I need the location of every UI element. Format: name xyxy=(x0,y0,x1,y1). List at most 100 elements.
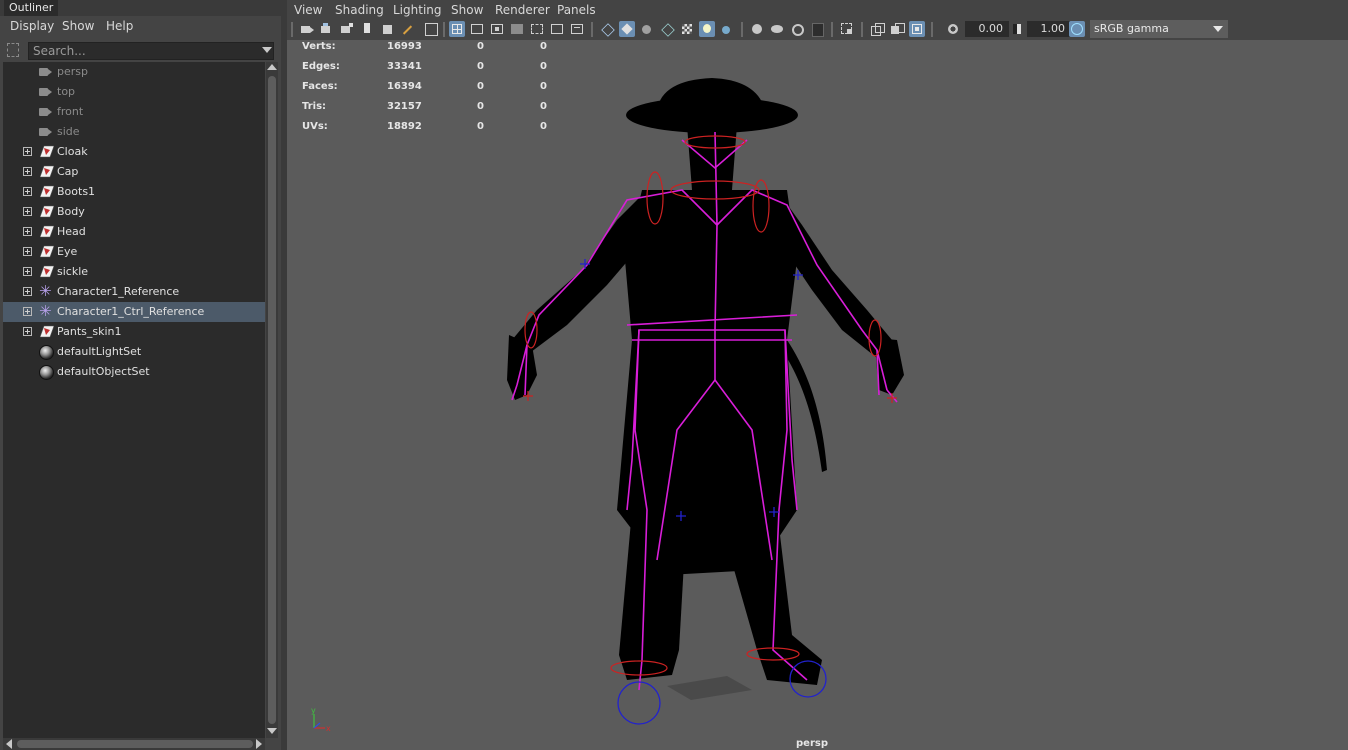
scroll-thumb[interactable] xyxy=(268,76,276,724)
outliner-tab-bar: Outliner xyxy=(0,0,281,16)
outliner-horizontal-scrollbar[interactable] xyxy=(3,738,265,750)
outliner-item[interactable]: Cap xyxy=(3,162,265,182)
smooth-shade-button[interactable] xyxy=(619,21,635,37)
screen-space-ao-icon[interactable] xyxy=(749,21,765,37)
expand-icon[interactable] xyxy=(23,147,32,156)
xray-icon[interactable] xyxy=(869,21,885,37)
toolbar-separator xyxy=(831,22,833,37)
outliner-item[interactable]: front xyxy=(3,102,265,122)
wireframe-on-shaded-icon[interactable] xyxy=(659,21,675,37)
scroll-left-icon[interactable] xyxy=(6,739,12,749)
expand-icon[interactable] xyxy=(23,307,32,316)
menu-panels[interactable]: Panels xyxy=(557,3,596,17)
axis-x-label: x xyxy=(326,724,331,733)
expand-icon[interactable] xyxy=(23,187,32,196)
expand-icon[interactable] xyxy=(23,207,32,216)
outliner-item[interactable]: Boots1 xyxy=(3,182,265,202)
gamma-field[interactable]: 1.00 xyxy=(1027,21,1071,37)
hud-value: 32157 xyxy=(387,101,422,112)
outliner-item[interactable]: ✳ Character1_Ctrl_Reference xyxy=(3,302,265,322)
outliner-tab[interactable]: Outliner xyxy=(4,0,59,16)
wireframe-shade-icon[interactable] xyxy=(599,21,615,37)
gamma-icon[interactable] xyxy=(1009,21,1025,37)
outliner-vertical-scrollbar[interactable] xyxy=(266,62,278,738)
chevron-down-icon[interactable] xyxy=(1213,26,1223,32)
depth-of-field-icon[interactable] xyxy=(809,21,825,37)
filter-icon[interactable] xyxy=(7,43,19,57)
outliner-item[interactable]: ✳ Character1_Reference xyxy=(3,282,265,302)
field-chart-icon[interactable] xyxy=(529,21,545,37)
outliner-item[interactable]: Body xyxy=(3,202,265,222)
hud-label: Tris: xyxy=(302,101,327,112)
isolate-select-icon[interactable] xyxy=(839,21,855,37)
scene-canvas[interactable]: y x xyxy=(287,40,1348,750)
menu-view[interactable]: View xyxy=(294,3,322,17)
toolbar-separator xyxy=(291,22,293,37)
outliner-item[interactable]: Eye xyxy=(3,242,265,262)
safe-title-icon[interactable] xyxy=(569,21,585,37)
menu-help[interactable]: Help xyxy=(106,19,133,33)
outliner-menu-bar: Display Show Help xyxy=(0,16,281,38)
outliner-item[interactable]: top xyxy=(3,82,265,102)
image-plane-icon[interactable] xyxy=(379,21,395,37)
hud-value: 16993 xyxy=(387,41,422,52)
outliner-item[interactable]: defaultObjectSet xyxy=(3,362,265,382)
search-options-dropdown-icon[interactable] xyxy=(262,47,272,53)
outliner-item[interactable]: Pants_skin1 xyxy=(3,322,265,342)
safe-action-icon[interactable] xyxy=(549,21,565,37)
outliner-item-label: defaultLightSet xyxy=(57,345,142,358)
expand-icon[interactable] xyxy=(23,267,32,276)
outliner-item[interactable]: sickle xyxy=(3,262,265,282)
anti-aliasing-icon[interactable] xyxy=(789,21,805,37)
grease-pencil-icon[interactable] xyxy=(399,21,415,37)
outliner-item[interactable]: side xyxy=(3,122,265,142)
outliner-item-label: sickle xyxy=(57,265,89,278)
search-input[interactable] xyxy=(28,42,274,60)
expand-icon[interactable] xyxy=(23,167,32,176)
menu-show-viewport[interactable]: Show xyxy=(451,3,483,17)
outliner-item[interactable]: Head xyxy=(3,222,265,242)
exposure-field[interactable]: 0.00 xyxy=(965,21,1009,37)
menu-renderer[interactable]: Renderer xyxy=(495,3,550,17)
menu-display[interactable]: Display xyxy=(10,19,54,33)
scroll-thumb-horizontal[interactable] xyxy=(17,740,253,748)
outliner-item[interactable]: defaultLightSet xyxy=(3,342,265,362)
viewport-panel[interactable]: View Shading Lighting Show Renderer Pane… xyxy=(287,0,1348,750)
outliner-item-label: Cap xyxy=(57,165,79,178)
expand-icon[interactable] xyxy=(23,327,32,336)
shadows-icon[interactable] xyxy=(719,21,735,37)
scroll-right-icon[interactable] xyxy=(256,739,262,749)
expand-icon[interactable] xyxy=(23,247,32,256)
camera-attributes-icon[interactable] xyxy=(319,21,335,37)
hud-row: Verts: 16993 0 0 xyxy=(302,40,562,60)
color-management-button[interactable] xyxy=(1069,21,1085,37)
gate-mask-icon[interactable] xyxy=(509,21,525,37)
2d-pan-zoom-icon[interactable] xyxy=(423,21,439,37)
xray-joints-button[interactable] xyxy=(909,21,925,37)
outliner-item-label: Character1_Ctrl_Reference xyxy=(57,305,205,318)
xray-active-components-icon[interactable] xyxy=(889,21,905,37)
expand-icon[interactable] xyxy=(23,227,32,236)
textured-icon[interactable] xyxy=(679,21,695,37)
color-space-dropdown[interactable]: sRGB gamma xyxy=(1090,20,1228,38)
menu-shading[interactable]: Shading xyxy=(335,3,384,17)
scroll-up-icon[interactable] xyxy=(267,64,277,70)
bookmarks-icon[interactable] xyxy=(339,21,355,37)
outliner-item-label: Body xyxy=(57,205,85,218)
outliner-item[interactable]: Cloak xyxy=(3,142,265,162)
wireframe-grid-button[interactable] xyxy=(449,21,465,37)
outliner-item[interactable]: persp xyxy=(3,62,265,82)
bookmark-icon[interactable] xyxy=(359,21,375,37)
exposure-icon[interactable] xyxy=(945,21,961,37)
motion-blur-icon[interactable] xyxy=(769,21,785,37)
select-camera-icon[interactable] xyxy=(299,21,315,37)
use-all-lights-icon[interactable] xyxy=(699,21,715,37)
menu-lighting[interactable]: Lighting xyxy=(393,3,442,17)
resolution-gate-icon[interactable] xyxy=(489,21,505,37)
scroll-down-icon[interactable] xyxy=(267,728,277,734)
expand-icon[interactable] xyxy=(23,287,32,296)
menu-show[interactable]: Show xyxy=(62,19,94,33)
film-gate-icon[interactable] xyxy=(469,21,485,37)
character-silhouette[interactable] xyxy=(507,78,904,685)
default-material-icon[interactable] xyxy=(639,21,655,37)
